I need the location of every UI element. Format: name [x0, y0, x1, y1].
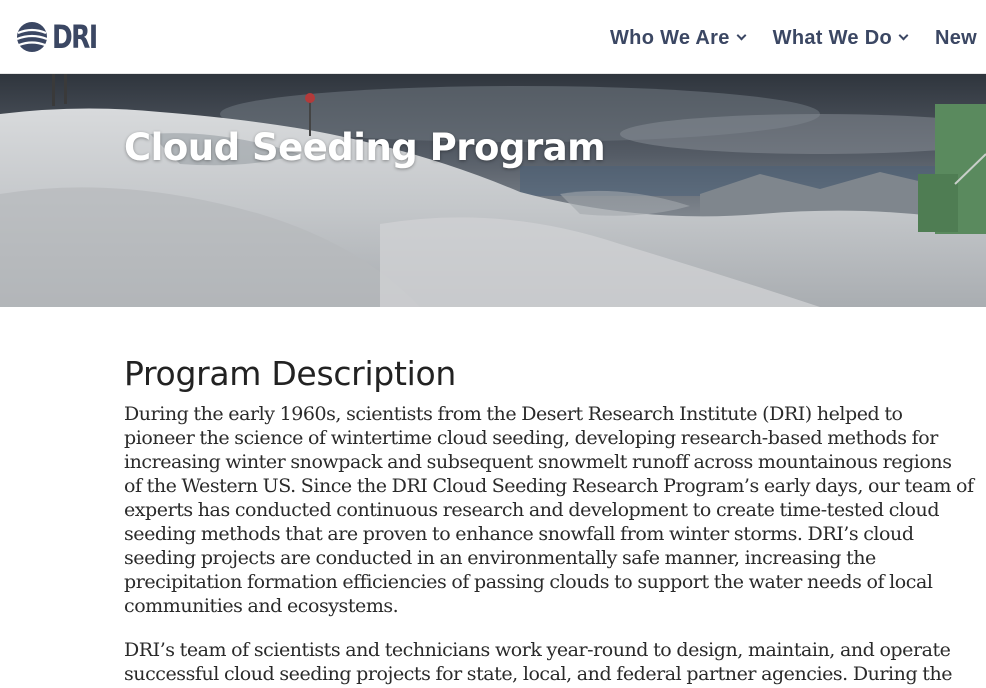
nav-label: Who We Are: [610, 26, 730, 49]
page-title: Cloud Seeding Program: [124, 126, 606, 169]
nav-label: New: [934, 26, 977, 49]
section-title: Program Description: [124, 354, 456, 393]
description-paragraph: DRI’s team of scientists and technicians…: [124, 639, 953, 688]
nav-news[interactable]: New: [935, 27, 977, 50]
chevron-down-icon: [898, 30, 909, 40]
hero-banner: Cloud Seeding Program: [0, 74, 986, 307]
main-nav: Who We Are What We Do New: [610, 24, 986, 52]
chevron-down-icon: [736, 30, 747, 40]
nav-who-we-are[interactable]: Who We Are: [610, 26, 747, 50]
logo-text: DRI: [52, 18, 98, 56]
snowy-mountain-image: [0, 74, 986, 307]
main-content: Program Description During the early 196…: [124, 352, 974, 688]
dri-logo[interactable]: DRI: [16, 20, 109, 54]
site-header: DRI Who We Are What We Do New: [0, 0, 986, 74]
description-paragraph: During the early 1960s, scientists from …: [124, 403, 974, 617]
nav-what-we-do[interactable]: What We Do: [772, 26, 909, 50]
nav-label: What We Do: [772, 26, 892, 49]
globe-icon: [16, 22, 48, 52]
